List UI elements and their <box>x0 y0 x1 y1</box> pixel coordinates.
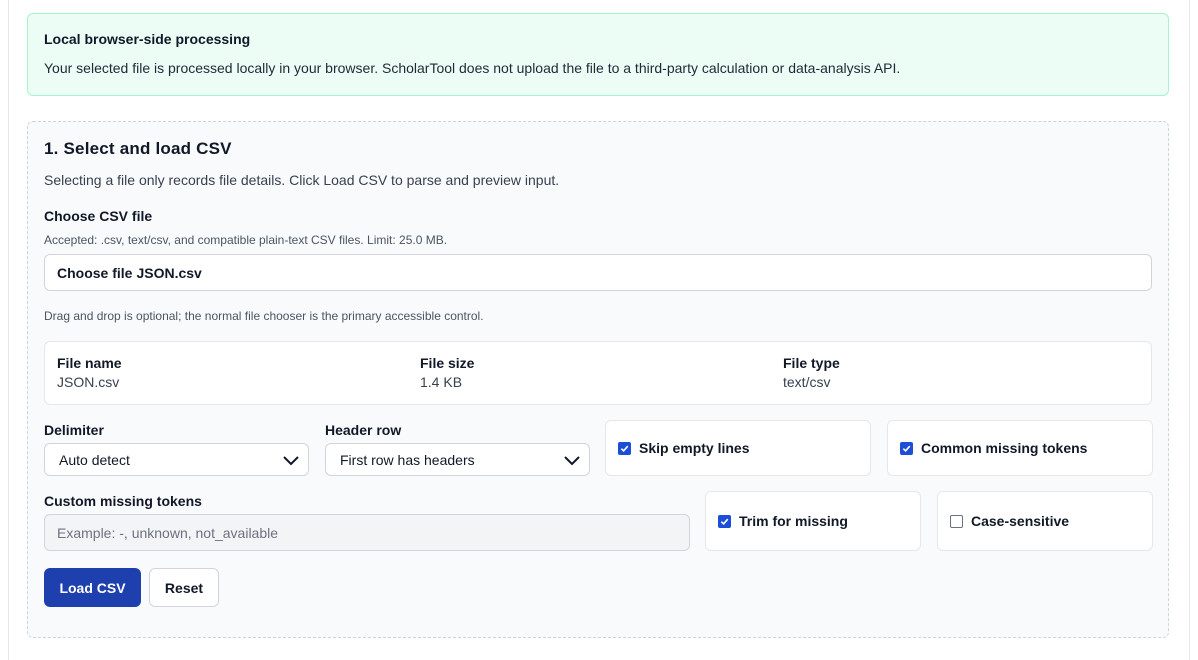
checkmark-icon <box>620 445 629 452</box>
section-title: 1. Select and load CSV <box>44 139 232 158</box>
privacy-notice: Local browser-side processing Your selec… <box>27 13 1169 96</box>
load-csv-button[interactable]: Load CSV <box>44 568 141 607</box>
file-details-card: File name JSON.csv File size 1.4 KB File… <box>44 341 1152 405</box>
common-missing-tokens-option[interactable]: Common missing tokens <box>887 420 1153 476</box>
selected-file-name: JSON.csv <box>136 264 202 281</box>
file-name-label: File name <box>57 355 122 371</box>
file-size-detail: File size 1.4 KB <box>420 355 474 390</box>
common-missing-tokens-checkbox[interactable] <box>900 441 913 455</box>
trim-for-missing-checkbox[interactable] <box>718 514 731 528</box>
case-sensitive-label: Case-sensitive <box>971 513 1070 529</box>
file-size-label: File size <box>420 355 475 371</box>
common-missing-tokens-label: Common missing tokens <box>921 440 1088 456</box>
load-csv-panel: 1. Select and load CSV Selecting a file … <box>27 121 1169 638</box>
delimiter-selected-value: Auto detect <box>59 451 130 468</box>
delimiter-label: Delimiter <box>44 422 104 438</box>
drag-drop-hint: Drag and drop is optional; the normal fi… <box>44 309 484 323</box>
file-chooser-input[interactable]: Choose file JSON.csv <box>44 254 1152 291</box>
custom-missing-label: Custom missing tokens <box>44 493 202 509</box>
skip-empty-lines-label: Skip empty lines <box>639 440 750 456</box>
file-type-label: File type <box>783 355 840 371</box>
notice-text: Your selected file is processed locally … <box>44 60 901 76</box>
skip-empty-lines-checkbox[interactable] <box>618 441 631 455</box>
chevron-down-icon <box>283 455 299 465</box>
notice-title: Local browser-side processing <box>44 31 251 47</box>
reset-button[interactable]: Reset <box>149 568 219 607</box>
header-row-select[interactable]: First row has headers <box>325 443 590 476</box>
case-sensitive-checkbox[interactable] <box>950 514 963 528</box>
file-type-value: text/csv <box>783 374 831 390</box>
case-sensitive-option[interactable]: Case-sensitive <box>937 491 1153 551</box>
file-type-detail: File type text/csv <box>783 355 840 390</box>
file-name-detail: File name JSON.csv <box>57 355 122 390</box>
choose-file-button[interactable]: Choose file <box>57 265 132 281</box>
checkmark-icon <box>720 518 729 525</box>
accepted-files-hint: Accepted: .csv, text/csv, and compatible… <box>44 233 448 247</box>
file-name-value: JSON.csv <box>57 374 120 390</box>
skip-empty-lines-option[interactable]: Skip empty lines <box>605 420 871 476</box>
section-subtitle: Selecting a file only records file detai… <box>44 172 560 188</box>
trim-for-missing-label: Trim for missing <box>739 513 848 529</box>
chevron-down-icon <box>564 455 580 465</box>
file-chooser-label: Choose CSV file <box>44 208 153 224</box>
checkmark-icon <box>902 445 911 452</box>
header-row-selected-value: First row has headers <box>340 451 475 468</box>
custom-missing-input[interactable] <box>44 514 690 551</box>
header-row-label: Header row <box>325 422 402 438</box>
trim-for-missing-option[interactable]: Trim for missing <box>705 491 921 551</box>
delimiter-select[interactable]: Auto detect <box>44 443 309 476</box>
file-size-value: 1.4 KB <box>420 374 463 390</box>
